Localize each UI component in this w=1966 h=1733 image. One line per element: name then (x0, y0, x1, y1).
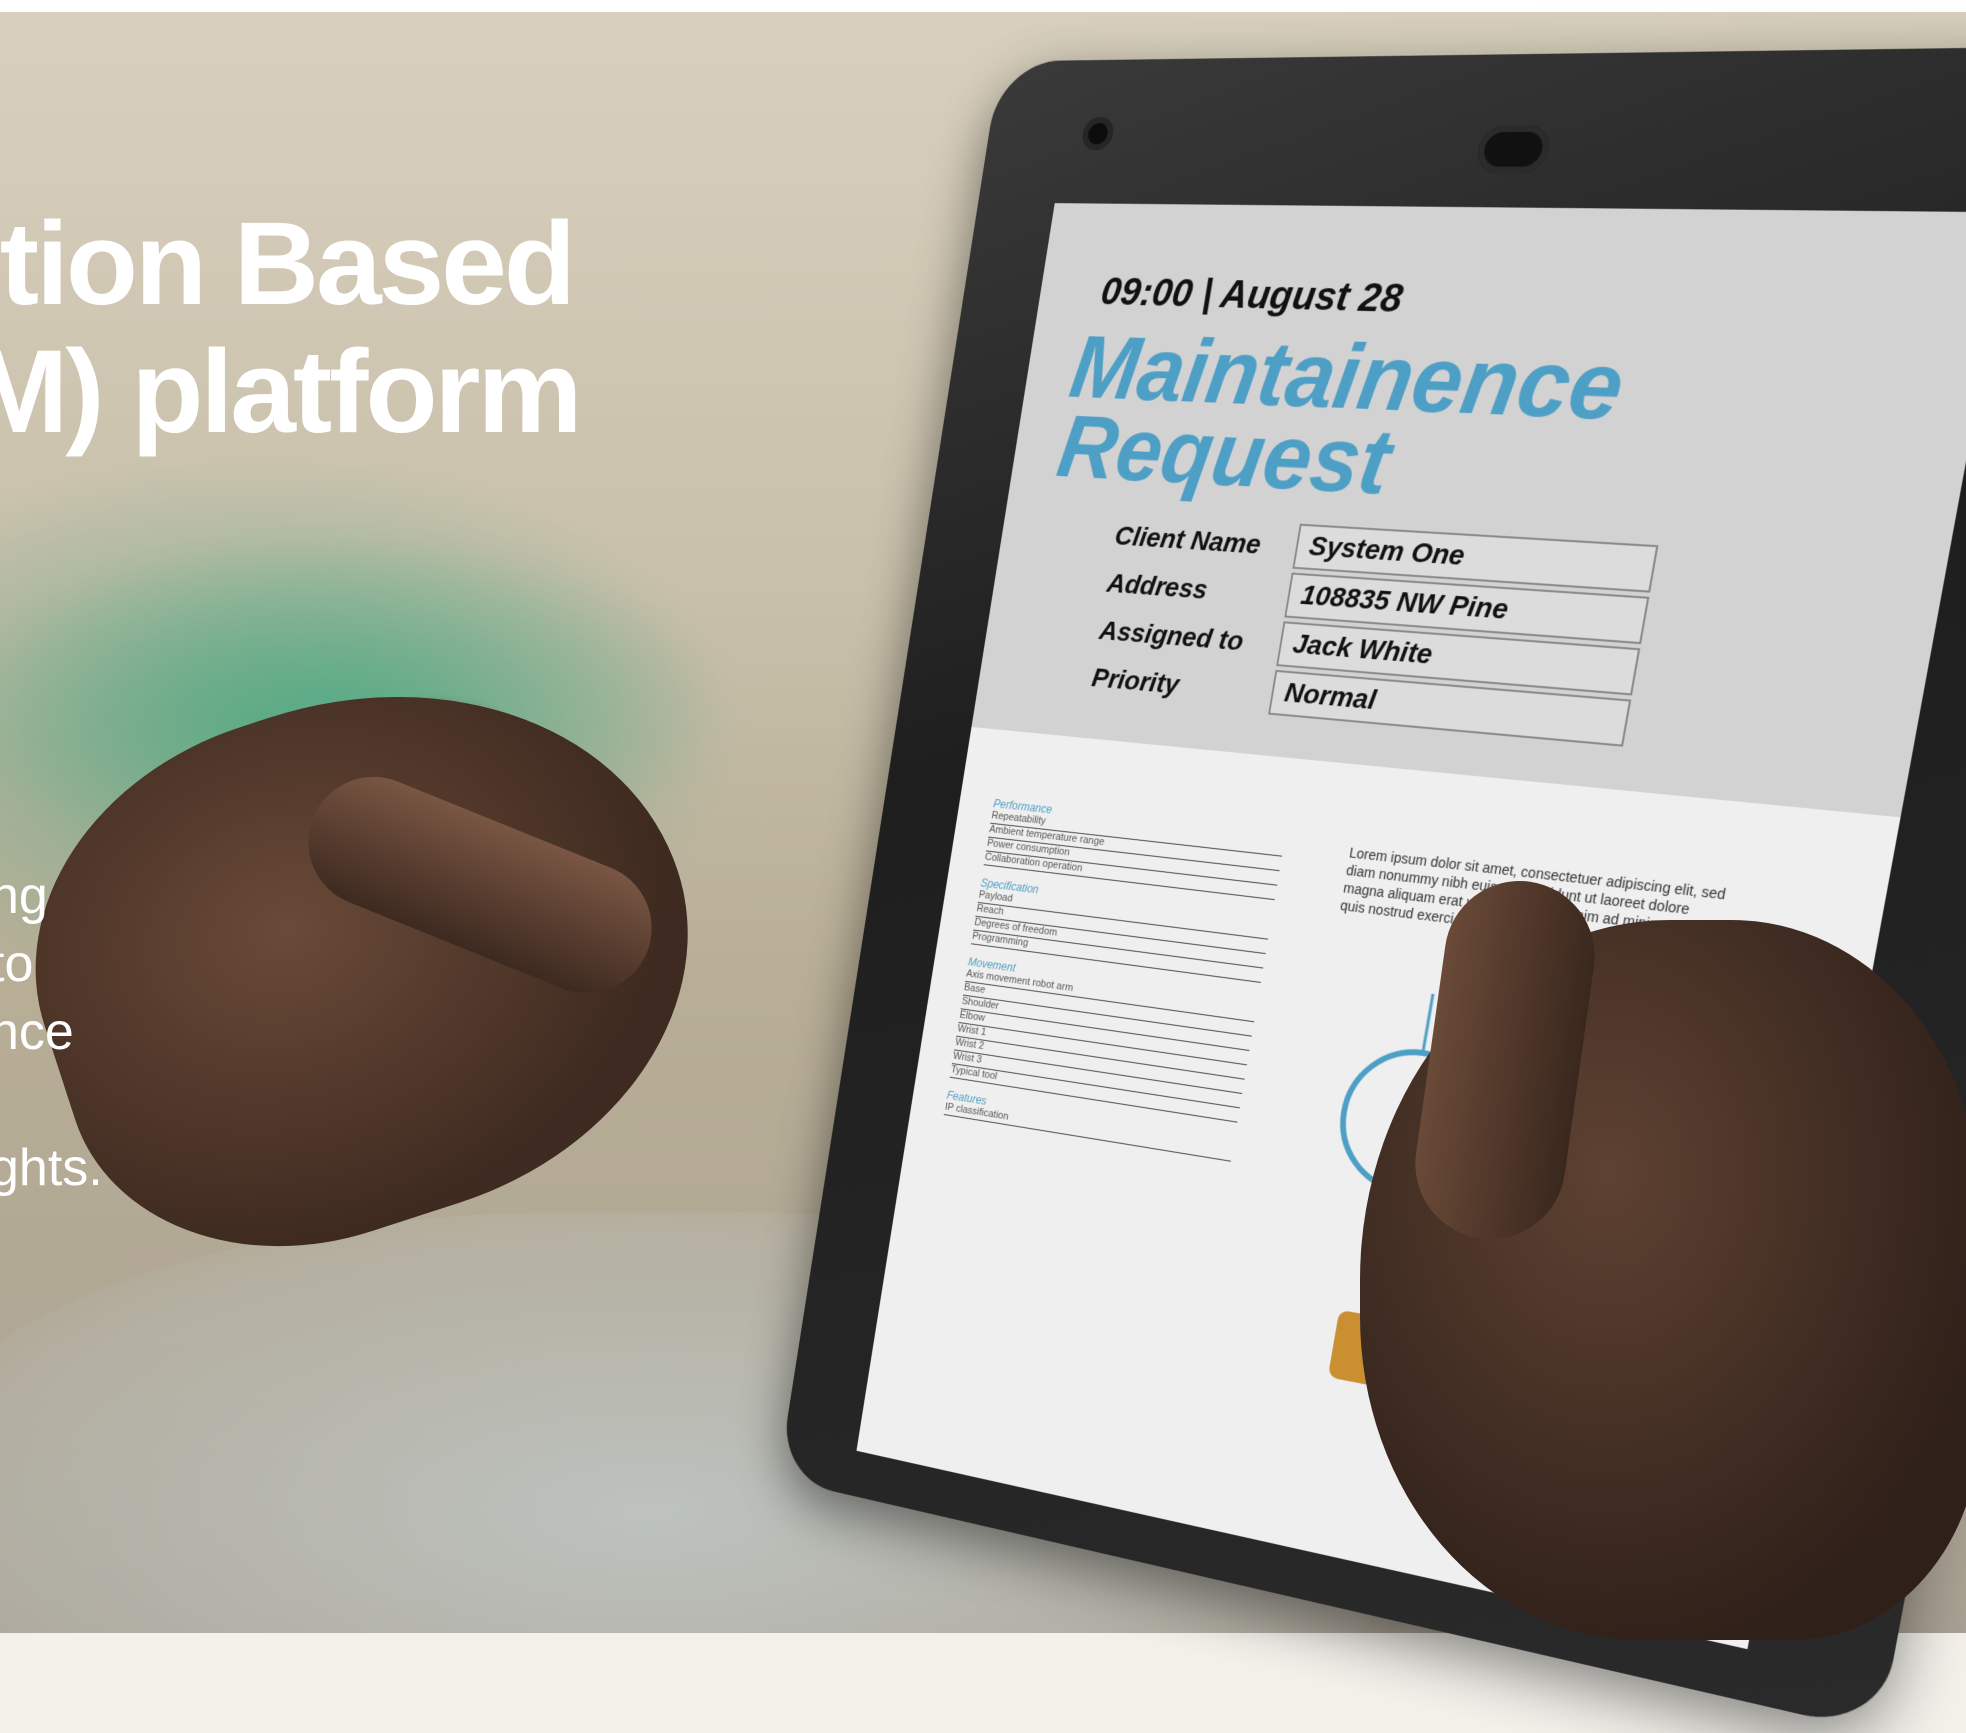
body-text: ng to nce ghts. (0, 862, 103, 1202)
assigned-to-value: Jack White (1290, 628, 1435, 670)
date: August 28 (1217, 273, 1406, 321)
headline-line-2: M) platform (0, 326, 582, 458)
priority-value: Normal (1282, 676, 1379, 716)
time-date: 09:00 | August 28 (1098, 270, 1406, 321)
body-line (0, 1066, 103, 1134)
body-line: to (0, 935, 34, 993)
headline: ition Based M) platform (0, 198, 582, 458)
spec-sheet: Performance Repeatability Ambient temper… (943, 786, 1289, 1162)
top-strip (0, 0, 1966, 12)
body-line: ghts. (0, 1139, 103, 1197)
address-value: 108835 NW Pine (1298, 579, 1511, 625)
headline-line-1: ition Based (0, 198, 576, 330)
body-line: ng (0, 867, 48, 925)
body-line: nce (0, 1003, 74, 1061)
time: 09:00 (1098, 270, 1196, 316)
client-name-value: System One (1306, 530, 1468, 571)
document-title: Maintainence Request (1052, 319, 1632, 517)
